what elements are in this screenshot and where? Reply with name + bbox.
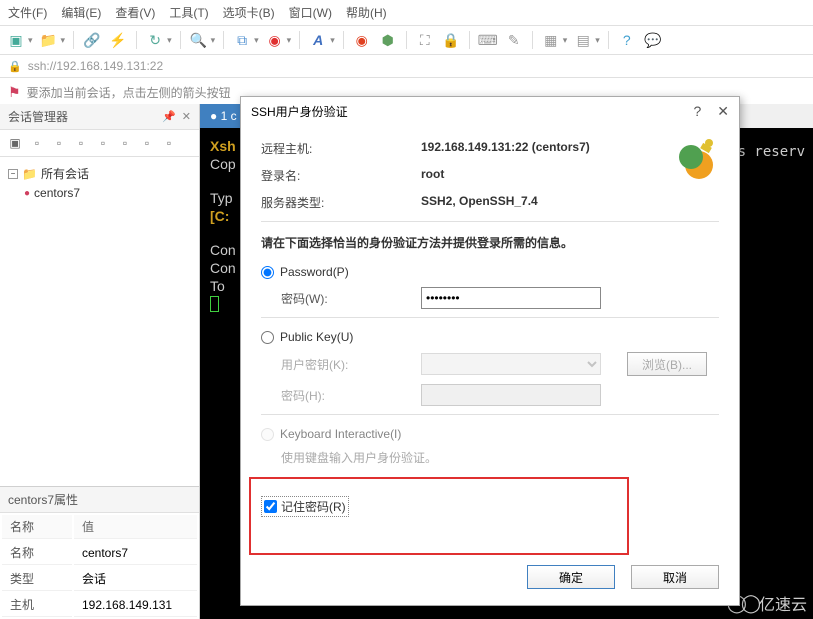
color-icon[interactable]: ◉	[265, 30, 285, 50]
close-panel-icon[interactable]: ✕	[182, 110, 191, 123]
fullscreen-icon[interactable]: ⛶	[415, 30, 435, 50]
tree-session-label: centors7	[34, 186, 80, 200]
panel-btn8-icon[interactable]: ▫	[160, 134, 178, 152]
radio-keyboard-label: Keyboard Interactive(I)	[280, 427, 401, 441]
address-url[interactable]: ssh://192.168.149.131:22	[28, 59, 163, 73]
radio-password-label[interactable]: Password(P)	[280, 265, 349, 279]
props-row: 类型会话	[2, 567, 197, 591]
panel-btn5-icon[interactable]: ▫	[94, 134, 112, 152]
font-icon[interactable]: A	[308, 30, 328, 50]
menu-tabs[interactable]: 选项卡(B)	[223, 4, 275, 21]
script-icon[interactable]: ⬢	[378, 30, 398, 50]
panel-btn4-icon[interactable]: ▫	[72, 134, 90, 152]
copy-icon[interactable]: ⧉	[232, 30, 252, 50]
cancel-button[interactable]: 取消	[631, 565, 719, 589]
pk-password-input	[421, 384, 601, 406]
record-icon[interactable]: ◉	[352, 30, 372, 50]
help-dialog-icon[interactable]: ?	[693, 103, 701, 120]
folder-icon: 📁	[22, 167, 37, 181]
search-icon[interactable]: 🔍	[189, 30, 209, 50]
tree-root[interactable]: − 📁 所有会话	[4, 163, 195, 184]
link-icon[interactable]: 🔗	[82, 30, 102, 50]
radio-keyboard	[261, 428, 274, 441]
reconnect-icon[interactable]: ↻	[145, 30, 165, 50]
edit-icon[interactable]: ✎	[504, 30, 524, 50]
ok-button[interactable]: 确定	[527, 565, 615, 589]
host-value: 192.168.149.131:22 (centors7)	[421, 140, 590, 157]
open-folder-icon[interactable]: 📁	[39, 30, 59, 50]
menu-view[interactable]: 查看(V)	[115, 4, 155, 21]
dialog-title-text: SSH用户身份验证	[251, 103, 348, 120]
menu-tools[interactable]: 工具(T)	[169, 4, 208, 21]
tree-session-item[interactable]: ● centors7	[4, 184, 195, 202]
chat-icon[interactable]: 💬	[643, 30, 663, 50]
host-label: 远程主机:	[261, 140, 421, 157]
radio-password[interactable]	[261, 266, 274, 279]
new-session-icon[interactable]: ▣	[6, 30, 26, 50]
tree-root-label: 所有会话	[41, 165, 89, 182]
close-dialog-icon[interactable]: ✕	[717, 103, 729, 120]
session-panel-toolbar: ▣ ▫ ▫ ▫ ▫ ▫ ▫ ▫	[0, 130, 199, 157]
login-label: 登录名:	[261, 167, 421, 184]
lock-tb-icon[interactable]: 🔒	[441, 30, 461, 50]
menu-window[interactable]: 窗口(W)	[289, 4, 332, 21]
panel-btn7-icon[interactable]: ▫	[138, 134, 156, 152]
props-row: 名称centors7	[2, 541, 197, 565]
layout1-icon[interactable]: ▦	[541, 30, 561, 50]
keyboard-hint: 使用键盘输入用户身份验证。	[281, 449, 719, 466]
menu-edit[interactable]: 编辑(E)	[61, 4, 101, 21]
main-toolbar: ▣▾ 📁▾ 🔗 ⚡ ↻▾ 🔍▾ ⧉▾ ◉▾ A▾ ◉ ⬢ ⛶ 🔒 ⌨ ✎ ▦▾ …	[0, 26, 813, 55]
annotation-box	[249, 477, 629, 555]
radio-publickey[interactable]	[261, 331, 274, 344]
session-panel-title: 会话管理器	[8, 108, 68, 125]
pk-password-label: 密码(H):	[281, 387, 401, 404]
layout2-icon[interactable]: ▤	[573, 30, 593, 50]
tab-label: ● 1 c	[210, 109, 237, 123]
login-value: root	[421, 167, 444, 184]
userkey-label: 用户密钥(K):	[281, 356, 401, 373]
dialog-titlebar[interactable]: SSH用户身份验证 ? ✕	[241, 97, 739, 126]
server-label: 服务器类型:	[261, 194, 421, 211]
props-col-name: 名称	[2, 515, 72, 539]
properties-panel: centors7属性 名称 值 名称centors7 类型会话 主机192.16…	[0, 486, 199, 619]
lock-icon: 🔒	[8, 60, 22, 73]
panel-btn6-icon[interactable]: ▫	[116, 134, 134, 152]
address-bar: 🔒 ssh://192.168.149.131:22	[0, 55, 813, 78]
auth-prompt: 请在下面选择恰当的身份验证方法并提供登录所需的信息。	[261, 234, 719, 251]
help-icon[interactable]: ?	[617, 30, 637, 50]
keyboard-icon[interactable]: ⌨	[478, 30, 498, 50]
properties-title: centors7属性	[0, 487, 199, 513]
pin-icon[interactable]: 📌	[162, 110, 176, 123]
session-manager-panel: 会话管理器 📌 ✕ ▣ ▫ ▫ ▫ ▫ ▫ ▫ ▫ − 📁 所有会话 ● ce	[0, 104, 200, 619]
expander-icon[interactable]: −	[8, 169, 18, 179]
menu-file[interactable]: 文件(F)	[8, 4, 47, 21]
watermark-text: 亿速云	[759, 591, 807, 615]
props-row: 主机192.168.149.131	[2, 593, 197, 617]
server-value: SSH2, OpenSSH_7.4	[421, 194, 538, 211]
password-input[interactable]	[421, 287, 601, 309]
panel-new-icon[interactable]: ▣	[6, 134, 24, 152]
radio-publickey-label[interactable]: Public Key(U)	[280, 330, 353, 344]
connect-icon[interactable]: ⚡	[108, 30, 128, 50]
ssh-auth-dialog: SSH用户身份验证 ? ✕ 远程主机: 192.168.149.131:22 (…	[240, 96, 740, 606]
terminal-text-right: s reserv	[738, 144, 805, 160]
panel-btn2-icon[interactable]: ▫	[28, 134, 46, 152]
session-icon: ●	[24, 188, 30, 199]
keys-icon	[671, 137, 719, 185]
menu-bar: 文件(F) 编辑(E) 查看(V) 工具(T) 选项卡(B) 窗口(W) 帮助(…	[0, 0, 813, 26]
userkey-select	[421, 353, 601, 375]
password-label: 密码(W):	[281, 290, 401, 307]
browse-button: 浏览(B)...	[627, 352, 707, 376]
terminal-cursor	[210, 296, 219, 312]
flag-icon: ⚑	[8, 84, 21, 101]
hint-text: 要添加当前会话，点击左侧的箭头按钮	[27, 84, 231, 101]
session-tree[interactable]: − 📁 所有会话 ● centors7	[0, 157, 199, 486]
props-col-value: 值	[74, 515, 197, 539]
menu-help[interactable]: 帮助(H)	[346, 4, 387, 21]
panel-btn3-icon[interactable]: ▫	[50, 134, 68, 152]
